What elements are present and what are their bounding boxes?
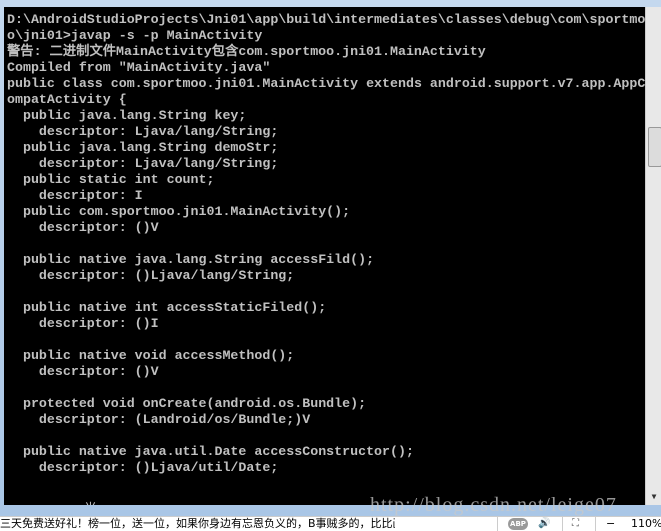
vertical-scrollbar[interactable]: ▼ — [645, 7, 661, 505]
console-line: descriptor: ()I — [7, 316, 159, 331]
divider — [497, 517, 498, 531]
console-line: public class com.sportmoo.jni01.MainActi… — [7, 76, 645, 91]
zoom-level[interactable]: 110% — [631, 517, 661, 531]
zoom-out-button[interactable]: − — [606, 517, 615, 531]
scrollbar-thumb[interactable] — [648, 127, 661, 167]
divider — [562, 517, 563, 531]
console-line: public java.lang.String demoStr; — [7, 140, 279, 155]
console-line: Compiled from "MainActivity.java" — [7, 60, 271, 75]
console-line: descriptor: ()V — [7, 364, 159, 379]
console-output[interactable]: D:\AndroidStudioProjects\Jni01\app\build… — [4, 7, 645, 505]
volume-icon[interactable]: 🔊 — [538, 517, 550, 531]
console-line: descriptor: I — [7, 188, 143, 203]
console-window: D:\AndroidStudioProjects\Jni01\app\build… — [0, 0, 661, 516]
console-line: descriptor: (Landroid/os/Bundle;)V — [7, 412, 311, 427]
fullscreen-icon[interactable]: ⛶ — [572, 517, 579, 531]
console-line: public native int accessStaticFiled(); — [7, 300, 327, 315]
divider — [595, 517, 596, 531]
console-line: descriptor: ()Ljava/lang/String; — [7, 268, 295, 283]
console-line: descriptor: ()V — [7, 220, 159, 235]
console-line: public static int count; — [7, 172, 215, 187]
console-line: descriptor: ()Ljava/util/Date; — [7, 460, 279, 475]
watermark: http://blog.csdn.net/leige07 — [370, 494, 617, 516]
browser-status-bar: 三天免费送好礼！榜一位，送一位，如果你身边有忘恩负义的，B事贼多的，比比画画的，… — [0, 516, 661, 531]
console-line: public com.sportmoo.jni01.MainActivity()… — [7, 204, 351, 219]
scroll-down-arrow-icon[interactable]: ▼ — [646, 489, 661, 505]
console-line: public native java.lang.String accessFil… — [7, 252, 375, 267]
console-line: descriptor: Ljava/lang/String; — [7, 156, 279, 171]
console-line: public java.lang.String key; — [7, 108, 247, 123]
adblock-icon[interactable]: ABP — [508, 518, 528, 530]
console-line: 警告: 二进制文件MainActivity包含com.sportmoo.jni0… — [7, 44, 486, 59]
console-line: public native java.util.Date accessConst… — [7, 444, 414, 459]
console-line: ompatActivity { — [7, 92, 127, 107]
console-line: public native void accessMethod(); — [7, 348, 295, 363]
console-lines: D:\AndroidStudioProjects\Jni01\app\build… — [7, 12, 645, 476]
ime-prompt: 半: — [84, 498, 101, 505]
console-line: D:\AndroidStudioProjects\Jni01\app\build… — [7, 12, 645, 27]
console-line: descriptor: Ljava/lang/String; — [7, 124, 279, 139]
console-line: o\jni01>javap -s -p MainActivity — [7, 28, 263, 43]
console-line: protected void onCreate(android.os.Bundl… — [7, 396, 367, 411]
status-text[interactable]: 三天免费送好礼！榜一位，送一位，如果你身边有忘恩负义的，B事贼多的，比比画画的，… — [0, 517, 395, 531]
